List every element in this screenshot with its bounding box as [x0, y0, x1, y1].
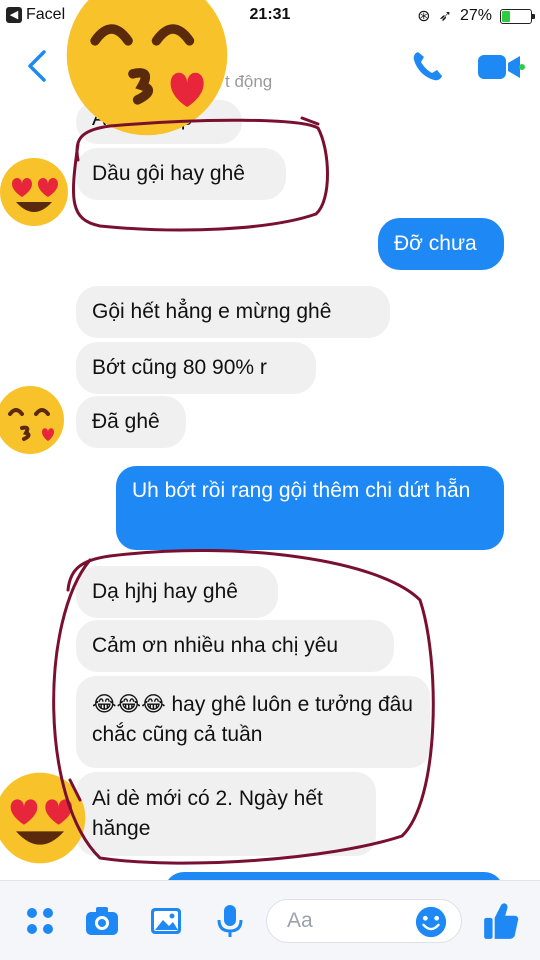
message-bubble[interactable]: Ai dè mới có 2. Ngày hết hăngе — [76, 772, 376, 856]
message-bubble[interactable]: 😂😂😂 hay ghê luôn e tưởng đâu chắc cũng c… — [76, 676, 430, 768]
message-text: Gội hết hẳng e mừng ghê — [92, 300, 332, 323]
message-bubble[interactable]: Gội hết hẳng e mừng ghê — [76, 286, 390, 338]
message-text: Uh bớt rồi rang gội thêm chi dứt hẵn — [132, 479, 471, 502]
message-emoji: 😂😂😂 — [92, 693, 166, 716]
message-bubble[interactable]: Uh bớt rồi rang gội thêm chi dứt hẵn — [116, 466, 504, 550]
message-text: Bớt cũng 80 90% r — [92, 356, 267, 379]
composer-bar — [0, 880, 540, 960]
video-icon[interactable] — [476, 52, 526, 82]
message-text: Đỡ chưa — [394, 232, 477, 255]
kissing-emoji-avatar — [0, 386, 64, 454]
lock-rotation-icon: ⊛ — [417, 8, 431, 25]
battery-icon — [500, 8, 535, 24]
message-text: Dầu gội hay ghê — [92, 162, 245, 185]
thumbs-up-icon[interactable] — [482, 901, 520, 941]
status-right: ⊛ ➶ 27% — [417, 6, 535, 26]
camera-icon[interactable] — [84, 903, 120, 939]
emoji-icon[interactable] — [414, 905, 448, 939]
battery-fill — [502, 10, 510, 22]
message-text: Ai dè mới có 2. Ngày hết hăngе — [92, 787, 323, 840]
message-bubble[interactable]: Dạ hjhj hay ghê — [76, 566, 278, 618]
message-text: Đã ghê — [92, 410, 160, 433]
apps-icon[interactable] — [22, 903, 58, 939]
battery-percent: 27% — [459, 7, 492, 24]
message-text: Cảm ơn nhiều nha chị yêu — [92, 634, 339, 657]
message-text: Dạ hjhj hay ghê — [92, 580, 238, 603]
message-bubble[interactable]: Bớt cũng 80 90% r — [76, 342, 316, 394]
message-bubble[interactable]: Đã ghê — [76, 396, 186, 448]
kissing-emoji-sticker — [66, 0, 228, 136]
message-bubble[interactable]: Đỡ chưa — [378, 218, 504, 270]
contact-status: t động — [225, 72, 273, 91]
back-chevron-icon[interactable] — [22, 46, 52, 86]
message-bubble[interactable]: Dầu gội hay ghê — [76, 148, 286, 200]
heart-eyes-emoji-avatar — [0, 158, 68, 226]
message-bubble[interactable]: Cảm ơn nhiều nha chị yêu — [76, 620, 394, 672]
heart-eyes-emoji-avatar — [0, 772, 86, 864]
phone-icon[interactable] — [410, 48, 446, 84]
location-icon: ➶ — [438, 8, 452, 25]
microphone-icon[interactable] — [212, 903, 248, 939]
gallery-icon[interactable] — [148, 903, 184, 939]
